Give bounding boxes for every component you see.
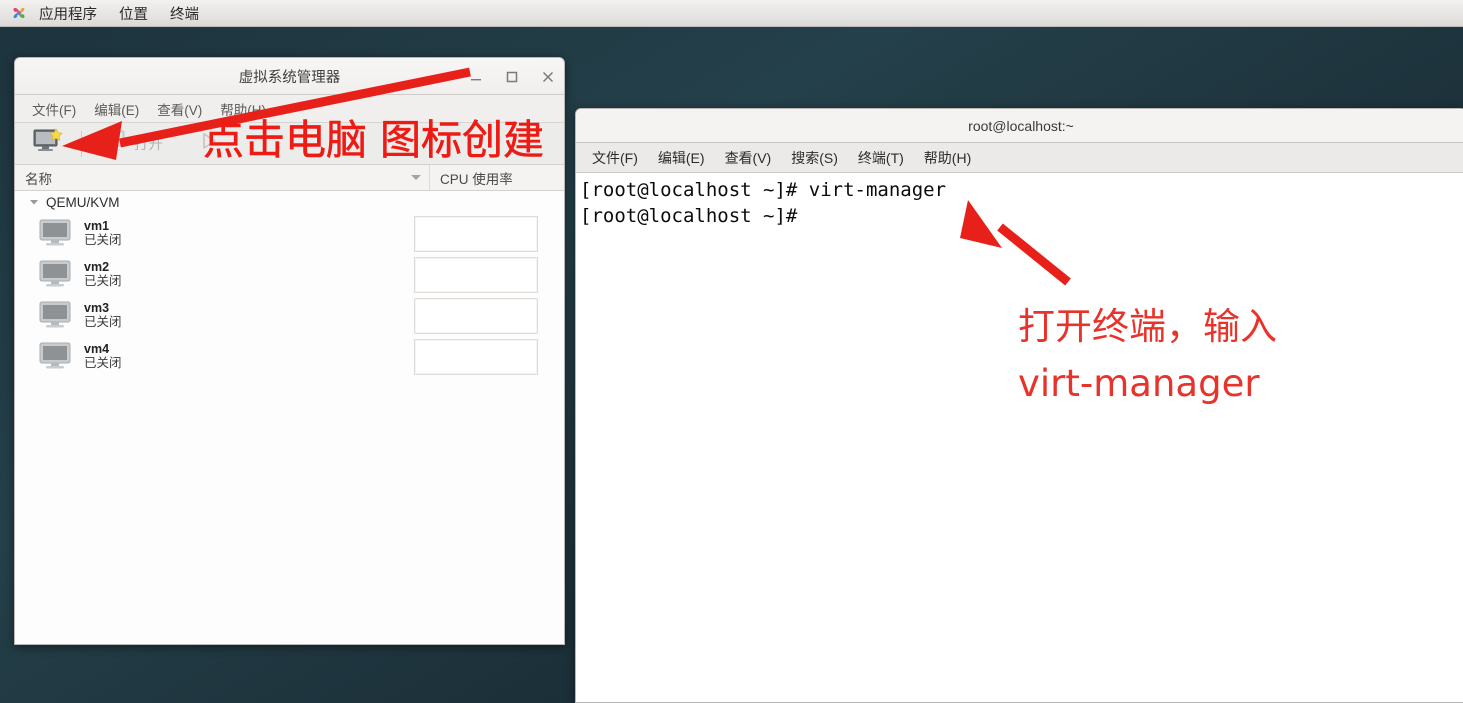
vm-name: vm3 (84, 301, 110, 315)
vm-info: vm3 已关闭 (84, 301, 414, 330)
column-header-cpu-label: CPU 使用率 (440, 171, 513, 187)
terminal-titlebar[interactable]: root@localhost:~ (576, 109, 1463, 143)
vm-list[interactable]: QEMU/KVM vm1 已关闭 vm2 已关闭 vm3 已关闭 vm4 已关闭 (15, 191, 564, 644)
menu-help[interactable]: 帮助(H) (211, 97, 275, 121)
vm-state: 已关闭 (84, 356, 122, 370)
play-triangle-icon (199, 131, 219, 156)
vm-state: 已关闭 (84, 274, 122, 288)
desktop-top-panel: 应用程序 位置 终端 (0, 0, 1463, 27)
toolbar-separator (81, 130, 82, 157)
new-virtual-machine-icon (33, 128, 63, 159)
virtual-machine-manager-window: 虚拟系统管理器 文件(F) 编辑(E) 查看(V) 帮助(H) 打开 名称 CP… (14, 57, 565, 645)
panel-item-terminal[interactable]: 终端 (159, 0, 210, 29)
new-virtual-machine-button[interactable] (27, 125, 69, 162)
table-row[interactable]: vm2 已关闭 (15, 254, 564, 295)
terminal-window: root@localhost:~ 文件(F) 编辑(E) 查看(V) 搜索(S)… (575, 108, 1463, 703)
terminal-menu-help[interactable]: 帮助(H) (914, 146, 981, 170)
monitor-icon (39, 219, 73, 249)
vm-info: vm4 已关闭 (84, 342, 414, 371)
monitor-icon (39, 301, 73, 331)
monitor-icon (39, 342, 73, 372)
terminal-menu-file[interactable]: 文件(F) (582, 146, 648, 170)
run-vm-button[interactable] (193, 128, 225, 159)
vmm-window-controls (468, 58, 556, 95)
menu-file[interactable]: 文件(F) (23, 97, 85, 121)
desktop-screen: 应用程序 位置 终端 虚拟系统管理器 文件(F) 编辑(E) 查看(V) 帮助(… (0, 0, 1463, 703)
vmm-menubar: 文件(F) 编辑(E) 查看(V) 帮助(H) (15, 95, 564, 123)
menu-edit[interactable]: 编辑(E) (85, 97, 148, 121)
maximize-icon[interactable] (504, 69, 520, 85)
column-header-cpu[interactable]: CPU 使用率 (430, 165, 564, 190)
terminal-output[interactable]: [root@localhost ~]# virt-manager [root@l… (576, 173, 1463, 702)
cpu-usage-graph (414, 256, 538, 293)
vm-state: 已关闭 (84, 315, 122, 329)
vm-info: vm1 已关闭 (84, 219, 414, 248)
table-row[interactable]: vm3 已关闭 (15, 295, 564, 336)
vm-name: vm2 (84, 260, 110, 274)
vmm-column-header: 名称 CPU 使用率 (15, 165, 564, 191)
menu-view[interactable]: 查看(V) (148, 97, 211, 121)
column-header-name-label: 名称 (25, 171, 52, 187)
pinwheel-icon[interactable] (10, 4, 28, 22)
connection-label: QEMU/KVM (46, 194, 120, 210)
open-monitor-icon (100, 129, 128, 158)
connection-row-qemu-kvm[interactable]: QEMU/KVM (15, 191, 564, 213)
vm-state: 已关闭 (84, 233, 122, 247)
open-vm-label: 打开 (134, 137, 163, 153)
terminal-menu-terminal[interactable]: 终端(T) (848, 146, 914, 170)
open-vm-button[interactable]: 打开 (94, 126, 169, 161)
table-row[interactable]: vm1 已关闭 (15, 213, 564, 254)
terminal-menubar: 文件(F) 编辑(E) 查看(V) 搜索(S) 终端(T) 帮助(H) (576, 143, 1463, 173)
cpu-usage-graph (414, 297, 538, 334)
cpu-usage-graph (414, 215, 538, 252)
cpu-usage-graph (414, 338, 538, 375)
terminal-menu-view[interactable]: 查看(V) (715, 146, 782, 170)
panel-item-places[interactable]: 位置 (108, 0, 159, 29)
close-icon[interactable] (540, 69, 556, 85)
table-row[interactable]: vm4 已关闭 (15, 336, 564, 377)
vm-name: vm4 (84, 342, 110, 356)
vm-info: vm2 已关闭 (84, 260, 414, 289)
terminal-menu-search[interactable]: 搜索(S) (781, 146, 848, 170)
vmm-titlebar[interactable]: 虚拟系统管理器 (15, 58, 564, 95)
vm-name: vm1 (84, 219, 110, 233)
panel-item-applications[interactable]: 应用程序 (28, 0, 108, 29)
vmm-toolbar: 打开 (15, 123, 564, 165)
terminal-title: root@localhost:~ (968, 117, 1074, 134)
minimize-icon[interactable] (468, 69, 484, 85)
terminal-menu-edit[interactable]: 编辑(E) (648, 146, 715, 170)
column-header-name[interactable]: 名称 (15, 165, 430, 190)
vmm-title: 虚拟系统管理器 (238, 69, 341, 86)
caret-down-icon[interactable] (411, 175, 421, 180)
triangle-down-icon[interactable] (29, 195, 39, 210)
monitor-icon (39, 260, 73, 290)
